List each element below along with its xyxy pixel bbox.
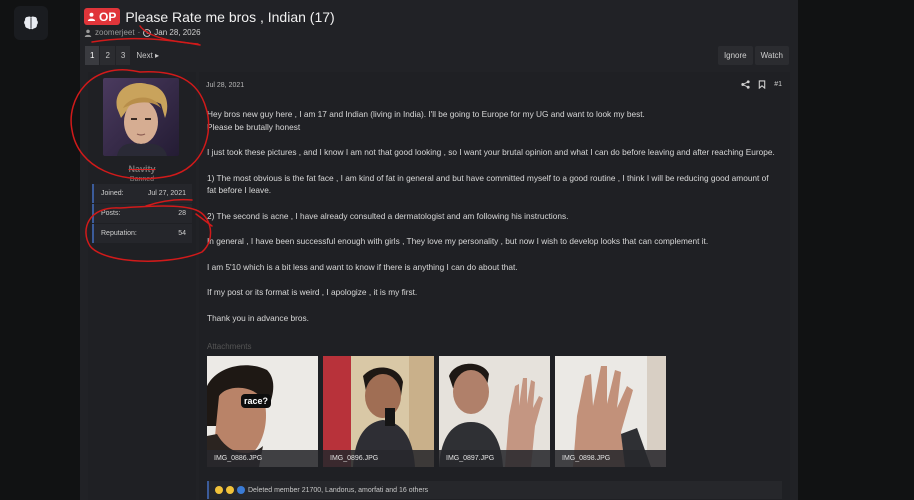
username[interactable]: Navity [88,164,196,174]
stat-label: Reputation: [101,230,137,237]
user-icon [84,29,92,37]
attachment-filename: IMG_0897.JPG [439,450,550,467]
stat-value: 54 [178,230,186,237]
thread-date[interactable]: Jan 28, 2026 [154,28,200,37]
op-badge: OP [84,8,121,25]
stat-value: Jul 27, 2021 [147,190,186,197]
reactions-bar[interactable]: Deleted member 21700, Landorus, amorfati… [207,481,782,499]
brain-icon [24,16,38,30]
post-paragraph: In general , I have been successful enou… [207,236,709,246]
op-badge-label: OP [99,9,117,24]
laugh-reaction-icon [226,486,234,494]
attachment-filename: IMG_0886.JPG [207,450,318,467]
watch-button[interactable]: Watch [754,46,789,65]
attachment-filename: IMG_0898.JPG [555,450,666,467]
ignore-button[interactable]: Ignore [717,46,753,65]
post-body: Hey bros new guy here , I am 17 and Indi… [207,108,779,337]
page-1-button[interactable]: 1 [85,46,100,65]
thread-title-text: Please Rate me bros , Indian (17) [125,8,335,25]
post-actions: #1 [741,80,782,89]
meta-separator: · [137,28,141,37]
like-reaction-icon [237,486,245,494]
stat-label: Joined: [101,190,124,197]
stat-posts: Posts: 28 [92,204,192,223]
attachment-thumbnail[interactable]: race? IMG_0886.JPG [207,356,318,467]
reactions-text: Deleted member 21700, Landorus, amorfati… [248,486,429,494]
haha-reaction-icon [215,486,223,494]
site-logo[interactable] [14,6,48,40]
thread-actions: Ignore Watch [717,46,789,65]
post-paragraph: I am 5'10 which is a bit less and want t… [207,261,518,272]
thread-author-link[interactable]: zoomerjeet [95,28,135,37]
user-icon [87,12,96,21]
stat-value: 28 [178,210,186,217]
attachment-filename: IMG_0896.JPG [323,450,434,467]
post-paragraph: 1) The most obvious is the fat face , I … [207,172,769,196]
attachment-thumbnail[interactable]: IMG_0896.JPG [323,356,434,467]
post-user-info: Navity Banned Joined: Jul 27, 2021 Posts… [88,72,196,500]
stat-label: Posts: [101,210,121,217]
stat-joined: Joined: Jul 27, 2021 [92,184,192,203]
page-2-button[interactable]: 2 [100,46,115,65]
post-date[interactable]: Jul 28, 2021 [206,82,244,89]
post-container: Jul 28, 2021 #1 Hey bros new guy here , … [199,72,790,500]
attachment-thumbnail[interactable]: IMG_0897.JPG [439,356,550,467]
attachment-thumbnail[interactable]: IMG_0898.JPG [555,356,666,467]
pagination: 1 2 3 Next ▸ [85,46,165,65]
next-page-button[interactable]: Next ▸ [131,46,164,65]
post-paragraph: 2) The second is acne , I have already c… [207,210,569,221]
thread-meta: zoomerjeet · Jan 28, 2026 [84,28,201,37]
next-label: Next [136,51,153,60]
page-3-button[interactable]: 3 [115,46,131,65]
attachments-list: race? IMG_0886.JPG IMG_0896.JPG IMG_0897… [207,356,666,467]
user-role: Banned [129,176,155,183]
stat-reputation: Reputation: 54 [92,224,192,243]
post-number[interactable]: #1 [774,81,782,88]
avatar[interactable] [103,78,179,156]
bookmark-icon[interactable] [758,80,766,89]
chevron-right-icon: ▸ [155,51,160,60]
post-paragraph: Thank you in advance bros. [207,312,309,323]
attachments-label: Attachments [207,342,252,351]
user-stats: Joined: Jul 27, 2021 Posts: 28 Reputatio… [92,184,192,244]
attachment-overlay-text: race? [244,396,268,406]
post-paragraph: If my post or its format is weird , I ap… [207,287,418,297]
thread-title: OP Please Rate me bros , Indian (17) [84,8,335,25]
clock-icon [143,28,152,37]
share-icon[interactable] [741,80,750,89]
post-paragraph: I just took these pictures , and I know … [207,147,775,157]
post-paragraph: Hey bros new guy here , I am 17 and Indi… [207,109,645,132]
